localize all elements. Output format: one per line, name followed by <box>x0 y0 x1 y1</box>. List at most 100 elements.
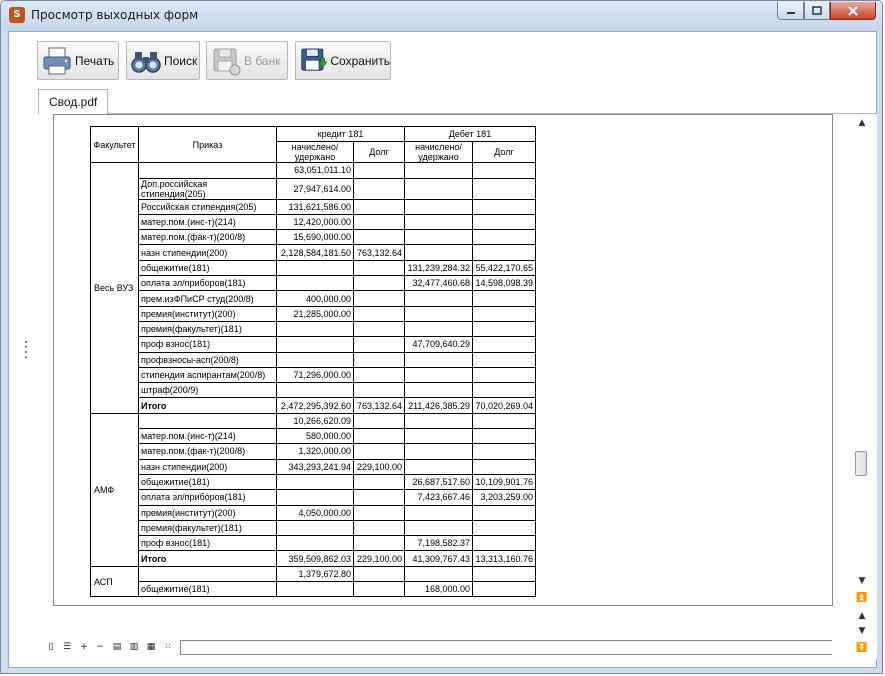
amount-cell <box>404 177 473 200</box>
amount-cell: 26,687,517.60 <box>404 473 473 491</box>
amount-cell <box>404 366 473 384</box>
order-cell <box>138 412 277 430</box>
save-disk-icon <box>301 48 328 71</box>
amount-cell: 1,379,672.80 <box>276 565 354 583</box>
pdf-viewer[interactable]: Факультет Приказ кредит 181 Дебет 181 на… <box>53 114 833 606</box>
table-row: общежитие(181) 26,687,517.60 10,109,901.76 <box>91 473 536 491</box>
amount-cell <box>472 504 536 521</box>
table-row: Итого 359,509,862.03 229,100.00 41,309,767.… <box>91 550 536 567</box>
printer-icon <box>43 47 71 74</box>
table-row: оплата эл/приборов(181) 32,477,460.68 14,5… <box>91 275 536 292</box>
two-pages-icon[interactable]: ▦ <box>146 642 156 652</box>
amount-cell: 763,132.64 <box>353 244 405 261</box>
vertical-scrollbar[interactable]: ▲ ▼ ⏫ ▲ ▼ ⏬ <box>847 114 877 659</box>
print-label: Печать <box>75 53 115 68</box>
bank-button[interactable]: В банк <box>206 41 288 80</box>
amount-cell <box>472 535 536 552</box>
fit-page-icon[interactable]: ▥ <box>129 642 139 652</box>
single-page-icon[interactable]: ▯ <box>46 642 56 652</box>
order-cell: оплата эл/приборов(181) <box>138 489 277 506</box>
splitter-grip-icon[interactable] <box>24 340 28 358</box>
scroll-up-icon[interactable]: ▲ <box>856 118 868 128</box>
zoom-out-icon[interactable]: − <box>95 642 105 652</box>
search-button[interactable]: Поиск <box>126 41 200 80</box>
amount-cell <box>472 458 536 475</box>
last-page-icon[interactable]: ⏬ <box>856 643 868 653</box>
amount-cell <box>353 162 405 179</box>
table-row: общежитие(181) 131,239,284.32 55,422,170.6… <box>91 259 536 277</box>
amount-cell <box>404 229 473 246</box>
title-bar[interactable]: S Просмотр выходных форм <box>1 1 882 31</box>
order-cell: премия(факультет)(181) <box>138 519 277 537</box>
maximize-button[interactable] <box>804 2 830 20</box>
amount-cell: 10,266,620.09 <box>276 412 354 430</box>
close-icon <box>848 5 858 16</box>
maximize-icon <box>812 6 822 15</box>
bank-label: В банк <box>244 53 281 68</box>
amount-cell: 63,051,011.10 <box>276 162 354 179</box>
table-row: матер.пом.(фак-т)(200/8) 15,690,000.00 <box>91 229 536 246</box>
print-button[interactable]: Печать <box>37 41 119 80</box>
minimize-button[interactable] <box>777 2 804 20</box>
amount-cell <box>353 535 405 552</box>
amount-cell: 55,422,170.65 <box>472 259 536 277</box>
close-button[interactable] <box>830 2 876 20</box>
amount-cell: 580,000.00 <box>276 428 354 445</box>
thumbnails-icon[interactable]: ⁙ <box>163 642 173 652</box>
scroll-down-icon[interactable]: ▼ <box>856 576 868 586</box>
amount-cell: 32,477,460.68 <box>404 275 473 292</box>
amount-cell <box>404 244 473 261</box>
save-button[interactable]: Сохранить <box>295 41 391 80</box>
amount-cell <box>353 213 405 231</box>
order-cell: Российская стипендия(205) <box>138 198 277 215</box>
amount-cell <box>472 428 536 445</box>
faculty-group-cell: Весь ВУЗ <box>90 162 139 414</box>
amount-cell <box>404 198 473 215</box>
amount-cell <box>353 305 405 322</box>
amount-cell <box>472 320 536 338</box>
amount-cell <box>404 412 473 430</box>
scroll-thumb[interactable] <box>855 451 867 476</box>
amount-cell: 21,285,000.00 <box>276 305 354 322</box>
prev-page-icon[interactable]: ▲ <box>856 611 868 621</box>
amount-cell <box>472 229 536 246</box>
amount-cell <box>404 351 473 368</box>
order-cell: стипендия аспирантам(200/8) <box>138 366 277 384</box>
amount-cell: 41,309,767.43 <box>404 550 473 567</box>
amount-cell <box>353 198 405 215</box>
table-row: премия(институт)(200) 21,285,000.00 <box>91 305 536 322</box>
amount-cell <box>472 412 536 430</box>
save-label: Сохранить <box>330 53 390 68</box>
first-page-icon[interactable]: ⏫ <box>856 593 868 603</box>
table-row: АМФ 10,266,620.09 <box>90 412 536 567</box>
table-row: матер.пом.(фак-т)(200/8) 1,320,000.00 <box>91 443 536 460</box>
window-title: Просмотр выходных форм <box>31 8 199 22</box>
page-input[interactable] <box>180 640 832 655</box>
table-row: АСП 1,379,672.80 <box>90 565 536 598</box>
table-row: оплата эл/приборов(181) 7,423,667.46 3,203… <box>91 489 536 506</box>
amount-cell <box>276 259 354 277</box>
binoculars-icon <box>131 51 161 73</box>
main-window: S Просмотр выходных форм Печать Поиск В … <box>0 0 883 674</box>
faculty-group-cell: АСП <box>90 565 139 598</box>
amount-cell <box>276 519 354 537</box>
header-credit: кредит 181 <box>276 125 405 143</box>
tab-svod-pdf[interactable]: Свод.pdf <box>38 89 109 114</box>
table-row: Итого 2,472,295,392.60 763,132.64 211,426,3… <box>91 397 536 414</box>
amount-cell: 15,690,000.00 <box>276 229 354 246</box>
continuous-icon[interactable]: ☰ <box>62 642 72 652</box>
zoom-in-icon[interactable]: + <box>79 642 89 652</box>
amount-cell: 359,509,862.03 <box>276 550 354 567</box>
fit-width-icon[interactable]: ▤ <box>112 642 122 652</box>
amount-cell: 71,296,000.00 <box>276 366 354 384</box>
order-cell: матер.пом.(фак-т)(200/8) <box>138 229 277 246</box>
next-page-icon[interactable]: ▼ <box>856 626 868 636</box>
amount-cell <box>353 382 405 399</box>
client-area: Печать Поиск В банк Сохранить Свод.pdf Ф… <box>8 31 877 668</box>
table-row: проф взнос(181) 47,709,640.29 <box>91 336 536 353</box>
amount-cell <box>276 489 354 506</box>
amount-cell <box>404 519 473 537</box>
header-debit-accrued: начислено/ удержано <box>404 141 473 164</box>
amount-cell: 70,020,269.04 <box>472 397 536 414</box>
amount-cell <box>276 351 354 368</box>
